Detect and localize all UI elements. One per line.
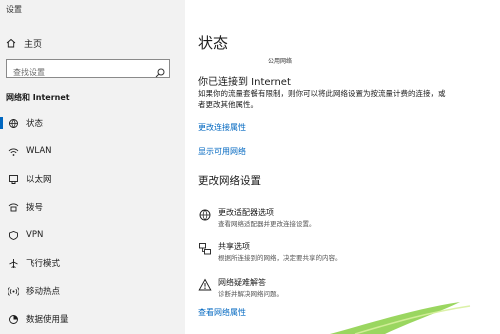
hotspot-icon bbox=[0, 286, 26, 297]
wifi-icon bbox=[0, 146, 26, 157]
sidebar: 设置 主页 网络和 Internet 状态 WLAN 以太网 bbox=[0, 0, 185, 334]
search-icon[interactable] bbox=[155, 63, 165, 82]
sidebar-item-label: 状态 bbox=[26, 119, 44, 129]
sidebar-item-wlan[interactable]: WLAN bbox=[0, 140, 185, 162]
adapter-options[interactable]: 更改适配器选项 查看网络适配器并更改连接设置。 bbox=[198, 207, 458, 233]
option-desc: 根据所连接到的网络，决定要共享的内容。 bbox=[218, 254, 342, 262]
sharing-icon bbox=[198, 241, 212, 260]
status-icon bbox=[0, 118, 26, 129]
network-name: 公用网络 bbox=[268, 58, 293, 65]
page-title: 状态 bbox=[198, 34, 229, 52]
option-title: 共享选项 bbox=[218, 242, 250, 251]
connected-description: 如果你的流量套餐有限制，则你可以将此网络设置为按流量计费的连接，或者更改其他属性… bbox=[198, 89, 446, 109]
connected-heading: 你已连接到 Internet bbox=[198, 77, 291, 88]
option-title: 更改适配器选项 bbox=[218, 208, 274, 217]
sidebar-item-data-usage[interactable]: 数据使用量 bbox=[0, 308, 185, 330]
sidebar-home[interactable]: 主页 bbox=[6, 36, 42, 50]
show-networks-link[interactable]: 显示可用网络 bbox=[198, 146, 246, 157]
option-desc: 查看网络适配器并更改连接设置。 bbox=[218, 220, 316, 228]
dialup-icon bbox=[0, 202, 26, 213]
ethernet-icon bbox=[0, 174, 26, 185]
sidebar-item-status[interactable]: 状态 bbox=[0, 112, 185, 134]
view-network-properties-link[interactable]: 查看网络属性 bbox=[198, 307, 246, 318]
sidebar-item-airplane[interactable]: 飞行模式 bbox=[0, 252, 185, 274]
troubleshoot-warning-icon bbox=[198, 277, 212, 296]
sidebar-item-label: 以太网 bbox=[26, 175, 52, 185]
data-usage-icon bbox=[0, 314, 26, 325]
sidebar-item-label: 移动热点 bbox=[26, 287, 61, 297]
sidebar-item-hotspot[interactable]: 移动热点 bbox=[0, 280, 185, 302]
sharing-options[interactable]: 共享选项 根据所连接到的网络，决定要共享的内容。 bbox=[198, 241, 458, 267]
window-title: 设置 bbox=[6, 5, 22, 14]
sidebar-item-label: 数据使用量 bbox=[26, 315, 69, 325]
adapter-icon bbox=[198, 207, 212, 226]
home-icon bbox=[6, 38, 18, 48]
sidebar-item-label: 拨号 bbox=[26, 203, 44, 213]
sidebar-item-label: 飞行模式 bbox=[26, 259, 61, 269]
option-desc: 诊断并解决网络问题。 bbox=[218, 290, 283, 298]
search-box[interactable] bbox=[6, 59, 170, 81]
sidebar-section-title: 网络和 Internet bbox=[6, 93, 70, 102]
change-settings-heading: 更改网络设置 bbox=[198, 175, 261, 187]
vpn-icon bbox=[0, 230, 26, 241]
troubleshoot-option[interactable]: 网络疑难解答 诊断并解决网络问题。 bbox=[198, 277, 458, 303]
sidebar-item-label: VPN bbox=[26, 230, 44, 240]
sidebar-item-ethernet[interactable]: 以太网 bbox=[0, 168, 185, 190]
airplane-icon bbox=[0, 258, 26, 269]
sidebar-item-dialup[interactable]: 拨号 bbox=[0, 196, 185, 218]
search-input[interactable] bbox=[7, 64, 153, 81]
sidebar-item-vpn[interactable]: VPN bbox=[0, 224, 185, 246]
change-properties-link[interactable]: 更改连接属性 bbox=[198, 122, 246, 133]
sidebar-item-label: WLAN bbox=[26, 146, 52, 156]
home-label: 主页 bbox=[24, 39, 43, 50]
option-title: 网络疑难解答 bbox=[218, 278, 266, 287]
